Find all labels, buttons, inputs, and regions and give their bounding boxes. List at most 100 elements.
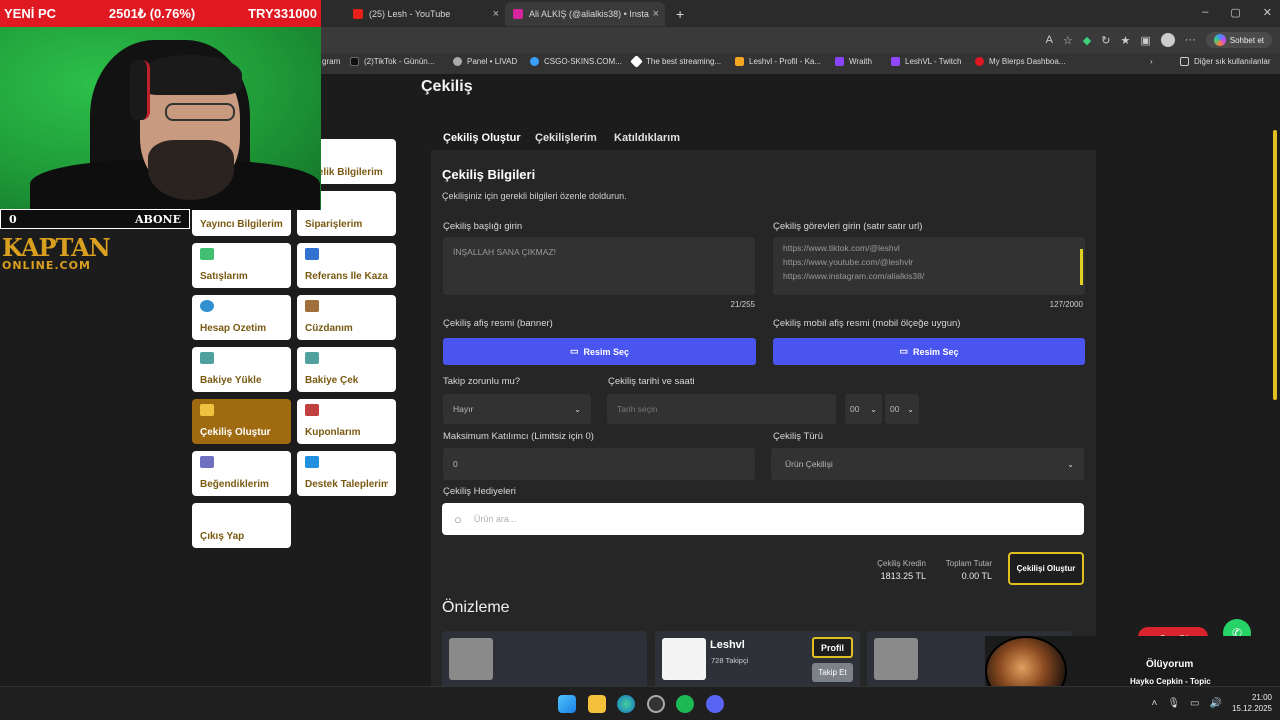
menu-hesap-ozetim[interactable]: Hesap Özetim [192,295,291,340]
page-scrollbar[interactable] [1273,130,1277,400]
giveaway-icon [200,404,214,416]
date-input[interactable]: Tarih seçin [607,394,836,424]
screen: (25) Lesh - YouTube × Ali ALKIŞ (@alialk… [0,0,1280,720]
favorites-icon[interactable]: ★ [1120,34,1130,47]
new-tab-button[interactable]: + [668,2,692,26]
tasks-textarea[interactable]: https://www.tiktok.com/@leshvl https://w… [773,237,1085,295]
tab-instagram[interactable]: Ali ALKIŞ (@alialkis38) • Instagram × [505,2,665,26]
blerp-icon [975,57,984,66]
copilot-button[interactable]: Sohbet et [1205,32,1272,48]
ticker-change: 2501₺ (0.76%) [108,5,196,21]
menu-satislarim[interactable]: Satışlarım [192,243,291,288]
bookmark-label: The best streaming... [646,57,722,66]
copilot-icon [1213,34,1226,46]
bookmark-label: CSGO-SKINS.COM... [544,57,622,66]
menu-cuzdanim[interactable]: Cüzdanım [297,295,396,340]
mobile-banner-label: Çekiliş mobil afiş resmi (mobil ölçeğe u… [773,318,961,329]
tab-katildiklarim[interactable]: Katıldıklarım [614,132,680,144]
bookmarks-overflow-icon[interactable]: › [1150,57,1153,66]
close-window-icon[interactable]: ✕ [1263,6,1272,19]
subscriber-counter: 0 ABONE [0,209,190,229]
choose-mobile-banner-button[interactable]: ▭ Resim Seç [773,338,1085,365]
title-label: Çekiliş başlığı girin [443,221,523,232]
button-label: Resim Seç [912,346,959,357]
title-textarea[interactable]: İNŞALLAH SANA ÇIKMAZ! [443,237,755,295]
follow-button[interactable]: Takip Et [812,663,853,682]
avatar[interactable] [1160,33,1175,47]
minute-select[interactable]: 00 ⌄ [885,394,919,424]
account-summary-icon [200,300,214,312]
close-icon[interactable]: × [493,8,499,20]
task-line: https://www.youtube.com/@leshvlr [783,257,914,267]
favorite-star-icon[interactable]: ☆ [1063,34,1073,47]
collections-icon[interactable]: ▣ [1140,34,1150,47]
streamer-hair [138,55,242,95]
bookmark-item[interactable]: Panel • LIVAD [453,57,517,66]
obs-icon[interactable] [647,695,665,713]
bookmark-item[interactable]: Leshvl - Profil - Ka... [735,57,821,66]
menu-label: Çıkış Yap [200,531,245,542]
read-aloud-icon[interactable]: A [1046,34,1053,46]
mic-icon[interactable]: 🎙 [1167,698,1180,709]
volume-icon[interactable]: 🔊 [1210,698,1222,709]
bookmark-item[interactable]: (2)TikTok - Günün... [350,57,434,66]
discord-icon[interactable] [706,695,724,713]
wallet-icon [305,300,319,312]
close-icon[interactable]: × [653,8,659,20]
profile-button[interactable]: Profil [812,637,853,658]
choose-banner-button[interactable]: ▭ Resim Seç [443,338,756,365]
refresh-icon[interactable]: ↻ [1101,34,1110,47]
max-participants-input[interactable]: 0 [443,448,755,480]
menu-begendiklerim[interactable]: Beğendiklerim [192,451,291,496]
chevron-up-icon[interactable]: ˄ [1152,698,1158,709]
product-search-input[interactable]: ○ Ürün ara... [442,503,1084,535]
menu-bakiye-cek[interactable]: Bakiye Çek [297,347,396,392]
tab-cekilislerim[interactable]: Çekilişlerim [535,132,597,144]
menu-label: Bakiye Yükle [200,375,262,386]
bookmark-label: Panel • LIVAD [467,57,518,66]
bookmark-item[interactable]: Wraith [835,57,872,66]
tab-youtube[interactable]: (25) Lesh - YouTube × [345,2,505,26]
bookmark-item[interactable]: gram [322,57,340,66]
file-explorer-icon[interactable] [588,695,606,713]
search-placeholder: Ürün ara... [473,514,517,524]
windows-start-icon[interactable] [558,695,576,713]
more-icon[interactable]: ··· [1185,34,1196,46]
logo-line2: ONLINE.COM [2,259,91,272]
menu-label: Kuponlarım [305,427,361,438]
form-subtitle: Çekilişiniz için gerekli bilgileri özenl… [442,191,627,201]
hour-select[interactable]: 00 ⌄ [845,394,882,424]
other-bookmarks[interactable]: Diğer sık kullanılanlar [1180,57,1270,66]
tab-cekilis-olustur[interactable]: Çekiliş Oluştur [443,132,521,144]
streamer-beard [148,140,234,200]
youtube-icon [353,9,363,19]
chevron-down-icon: ⌄ [574,404,581,414]
menu-referans[interactable]: Referans İle Kazan [297,243,396,288]
giveaway-type-select[interactable]: Ürün Çekilişi ⌄ [771,448,1084,480]
menu-kuponlarim[interactable]: Kuponlarım [297,399,396,444]
clock[interactable]: 21:00 15.12.2025 [1232,692,1272,714]
menu-label: Yayıncı Bilgilerim [200,219,283,230]
menu-cikis-yap[interactable]: Çıkış Yap [192,503,291,548]
bookmark-item[interactable]: My Blerps Dashboa... [975,57,1065,66]
bookmark-label: LeshVL - Twitch [905,57,962,66]
maximize-icon[interactable]: ▢ [1230,6,1240,19]
panel-icon [453,57,462,66]
ticker-total: TRY331000 [248,6,317,21]
bookmark-item[interactable]: LeshVL - Twitch [891,57,961,66]
bookmark-item[interactable]: The best streaming... [630,55,722,68]
edge-icon[interactable] [617,695,635,713]
display-icon[interactable]: ▭ [1190,698,1199,709]
menu-bakiye-yukle[interactable]: Bakiye Yükle [192,347,291,392]
create-giveaway-button[interactable]: Çekilişi Oluştur [1008,552,1084,585]
spotify-icon[interactable] [676,695,694,713]
follow-required-select[interactable]: Hayır ⌄ [443,394,591,424]
shield-icon[interactable]: ◆ [1083,34,1091,47]
page-title: Çekiliş [421,78,473,95]
textarea-scrollbar[interactable] [1080,249,1083,285]
menu-destek-taleplerim[interactable]: Destek Taleplerim [297,451,396,496]
menu-cekilis-olustur[interactable]: Çekiliş Oluştur [192,399,291,444]
bookmark-item[interactable]: CSGO-SKINS.COM... [530,57,622,66]
select-value: 00 [850,404,860,414]
minimize-icon[interactable]: – [1202,6,1208,19]
